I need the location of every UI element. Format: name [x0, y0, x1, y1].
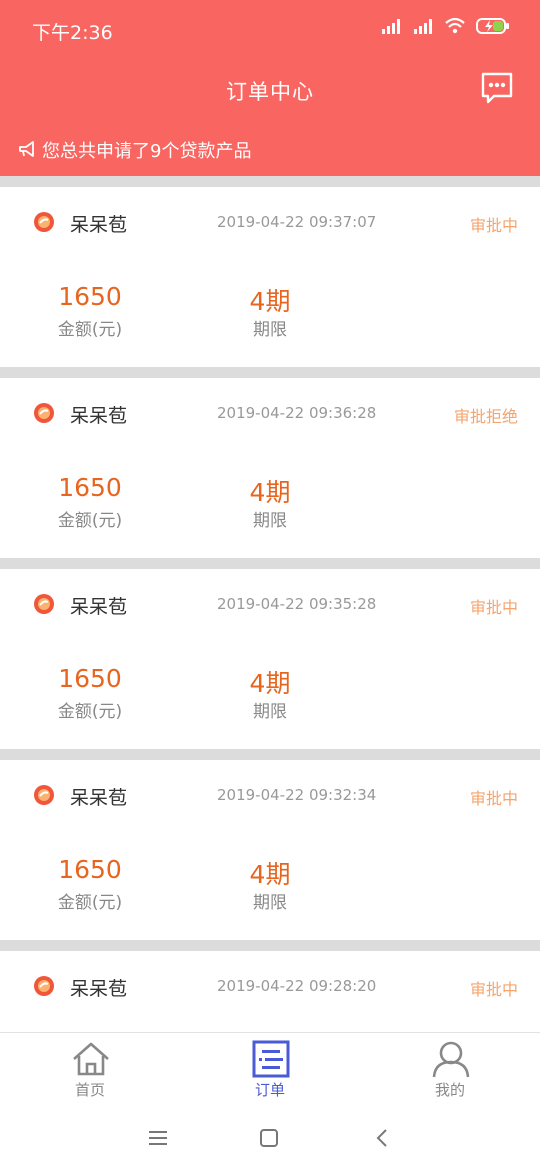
user-icon — [432, 1041, 470, 1078]
status-bar: 下午2:36 — [0, 0, 540, 58]
term-label: 期限 — [253, 320, 287, 340]
order-status: 审批中 — [469, 598, 518, 617]
term-label: 期限 — [253, 511, 287, 531]
nav-home-label: 首页 — [74, 1081, 105, 1099]
product-name: 呆呆苞 — [70, 787, 128, 809]
amount-label: 金额(元) — [57, 320, 123, 340]
order-time: 2019-04-22 09:32:34 — [217, 786, 377, 804]
product-name: 呆呆苞 — [70, 596, 128, 618]
notice-text: 您总共申请了9个贷款产品 — [42, 141, 252, 162]
nav-orders[interactable]: 订单 — [210, 1033, 330, 1105]
product-logo-icon — [34, 212, 54, 232]
amount-label: 金额(元) — [57, 511, 123, 531]
status-time: 下午2:36 — [32, 22, 113, 44]
nav-mine[interactable]: 我的 — [390, 1033, 510, 1105]
wifi-icon — [445, 17, 465, 34]
battery-charging-icon — [476, 18, 509, 34]
megaphone-icon — [19, 141, 34, 157]
system-nav — [0, 1104, 540, 1170]
order-status: 审批中 — [469, 216, 518, 235]
back-icon[interactable] — [371, 1126, 395, 1150]
nav-home[interactable]: 首页 — [30, 1033, 150, 1105]
menu-icon[interactable] — [146, 1126, 170, 1150]
product-logo-icon — [34, 785, 54, 805]
order-status: 审批中 — [469, 980, 518, 999]
amount-value: 1650 — [58, 855, 122, 884]
bottom-nav: 首页 订单 我的 — [0, 1032, 540, 1104]
term-value: 4期 — [249, 860, 291, 889]
signal-icon — [414, 19, 432, 34]
product-logo-icon — [34, 594, 54, 614]
product-logo-icon — [34, 403, 54, 423]
order-card[interactable]: 呆呆苞 2019-04-22 09:28:20 审批中 — [0, 951, 540, 1032]
product-name: 呆呆苞 — [70, 405, 128, 427]
order-time: 2019-04-22 09:36:28 — [217, 404, 377, 422]
order-list[interactable]: 呆呆苞 2019-04-22 09:37:07 审批中 1650 金额(元) 4… — [0, 176, 540, 1032]
order-card[interactable]: 呆呆苞 2019-04-22 09:36:28 审批拒绝 1650 金额(元) … — [0, 378, 540, 558]
term-value: 4期 — [249, 478, 291, 507]
page-title: 订单中心 — [226, 80, 314, 104]
home-square-icon[interactable] — [257, 1126, 281, 1150]
order-time: 2019-04-22 09:37:07 — [217, 213, 377, 231]
signal-hd-icon — [382, 19, 400, 34]
term-label: 期限 — [253, 893, 287, 913]
home-icon — [73, 1042, 109, 1076]
nav-orders-label: 订单 — [254, 1081, 285, 1099]
order-card[interactable]: 呆呆苞 2019-04-22 09:35:28 审批中 1650 金额(元) 4… — [0, 569, 540, 749]
order-time: 2019-04-22 09:28:20 — [217, 977, 377, 995]
term-value: 4期 — [249, 669, 291, 698]
header: 订单中心 — [0, 58, 540, 122]
amount-value: 1650 — [58, 282, 122, 311]
notice-bar: 您总共申请了9个贷款产品 — [0, 122, 540, 176]
order-card[interactable]: 呆呆苞 2019-04-22 09:37:07 审批中 1650 金额(元) 4… — [0, 187, 540, 367]
nav-mine-label: 我的 — [434, 1081, 465, 1099]
message-dots-icon — [481, 72, 513, 104]
term-value: 4期 — [249, 287, 291, 316]
status-icons — [380, 17, 510, 35]
product-name: 呆呆苞 — [70, 214, 128, 236]
order-time: 2019-04-22 09:35:28 — [217, 595, 377, 613]
product-logo-icon — [34, 976, 54, 996]
amount-label: 金额(元) — [57, 893, 123, 913]
amount-label: 金额(元) — [57, 702, 123, 722]
order-status: 审批中 — [469, 789, 518, 808]
product-name: 呆呆苞 — [70, 978, 128, 1000]
term-label: 期限 — [253, 702, 287, 722]
amount-value: 1650 — [58, 473, 122, 502]
order-card[interactable]: 呆呆苞 2019-04-22 09:32:34 审批中 1650 金额(元) 4… — [0, 760, 540, 940]
order-status: 审批拒绝 — [453, 407, 518, 426]
amount-value: 1650 — [58, 664, 122, 693]
message-button[interactable] — [480, 71, 514, 107]
order-list-icon — [252, 1040, 290, 1078]
